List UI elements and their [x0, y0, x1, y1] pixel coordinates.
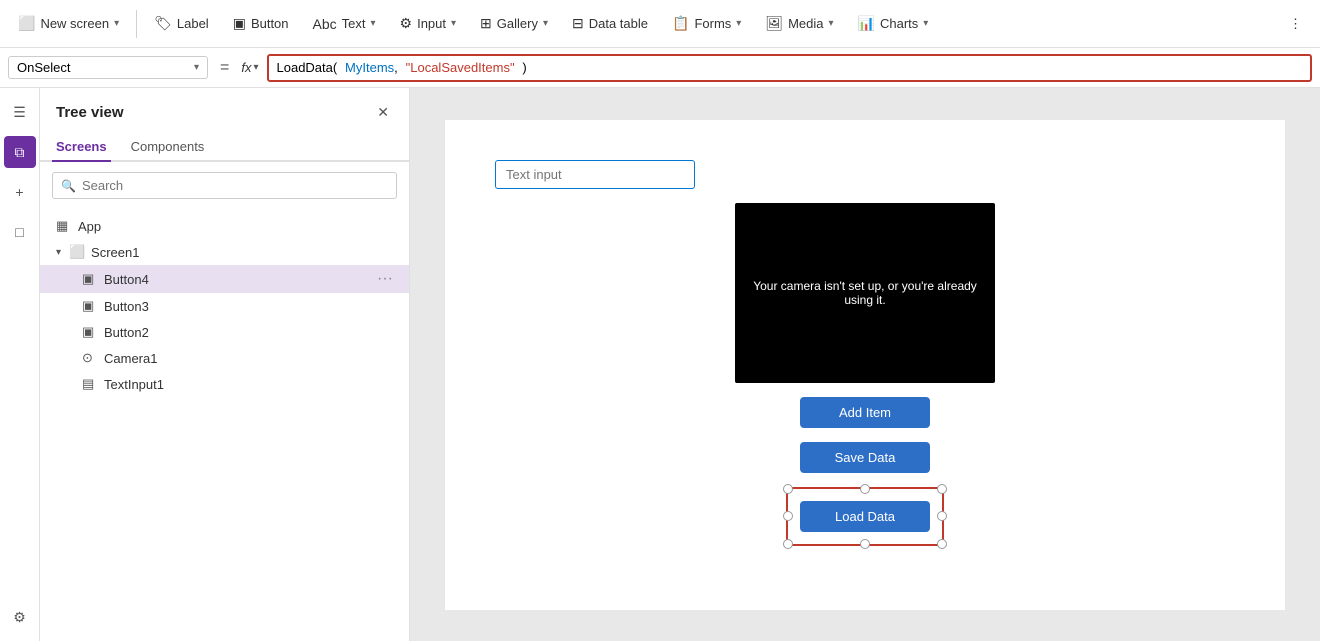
handle-bm[interactable] — [860, 539, 870, 549]
input-button[interactable]: ⚙ Input ▾ — [390, 11, 467, 36]
settings-icon[interactable]: ⚙ — [4, 601, 36, 633]
new-screen-button[interactable]: ⬜ New screen ▾ — [8, 11, 129, 36]
button-icon: ▣ — [82, 324, 98, 340]
tree-item-button2[interactable]: ▣ Button2 — [40, 319, 409, 345]
left-rail: ☰ ⧉ + □ ⚙ — [0, 88, 40, 641]
canvas-text-input[interactable] — [495, 160, 695, 189]
button-icon: ▣ — [82, 298, 98, 314]
media-icon: 🖼 — [765, 15, 783, 32]
forms-button[interactable]: 📋 Forms ▾ — [662, 11, 751, 36]
label-icon: 🏷 — [154, 15, 172, 32]
fx-label: fx — [241, 60, 251, 75]
search-input[interactable] — [82, 178, 388, 193]
handle-bl[interactable] — [783, 539, 793, 549]
handle-tm[interactable] — [860, 484, 870, 494]
tree-items: ▦ App ▾ ⬜ Screen1 ▣ Button4 ··· ▣ Button… — [40, 209, 409, 641]
equals-sign: = — [216, 59, 233, 77]
text-button[interactable]: Abc Text ▾ — [303, 12, 386, 36]
add-item-button[interactable]: Add Item — [800, 397, 930, 428]
tree-item-textinput1[interactable]: ▤ TextInput1 — [40, 371, 409, 397]
media-button[interactable]: 🖼 Media ▾ — [755, 11, 843, 36]
formula-bar: OnSelect ▾ = fx ▾ LoadData( MyItems, "Lo… — [0, 48, 1320, 88]
load-data-button[interactable]: Load Data — [800, 501, 930, 532]
tree-item-button4[interactable]: ▣ Button4 ··· — [40, 265, 409, 293]
formula-selector[interactable]: OnSelect ▾ — [8, 56, 208, 79]
close-icon[interactable]: ✕ — [373, 100, 393, 125]
app-icon: ▦ — [56, 218, 72, 234]
camera-icon: ⊙ — [82, 350, 98, 366]
search-icon: 🔍 — [61, 179, 76, 193]
canvas-area: Your camera isn't set up, or you're alre… — [410, 88, 1320, 641]
formula-chevron-icon: ▾ — [253, 62, 258, 73]
save-data-button[interactable]: Save Data — [800, 442, 930, 473]
camera-message: Your camera isn't set up, or you're alre… — [735, 269, 995, 317]
hamburger-icon[interactable]: ☰ — [4, 96, 36, 128]
more-options-icon[interactable]: ··· — [377, 270, 393, 288]
tab-screens[interactable]: Screens — [52, 133, 111, 162]
button-icon: ▣ — [233, 15, 246, 32]
input-icon: ⚙ — [400, 15, 413, 32]
charts-button[interactable]: 📊 Charts ▾ — [848, 11, 939, 36]
gallery-button[interactable]: ⊞ Gallery ▾ — [470, 11, 558, 36]
formula-input[interactable]: LoadData( MyItems, "LocalSavedItems" ) — [267, 54, 1313, 82]
tree-view-title: Tree view — [56, 104, 124, 121]
more-button[interactable]: ⋮ — [1279, 12, 1312, 36]
button-icon: ▣ — [82, 271, 98, 287]
plus-icon[interactable]: + — [4, 176, 36, 208]
screen-icon: ⬜ — [69, 244, 85, 260]
tree-header: Tree view ✕ — [40, 88, 409, 133]
handle-ml[interactable] — [783, 511, 793, 521]
screen-icon: ⬜ — [18, 15, 35, 32]
tree-panel: Tree view ✕ Screens Components 🔍 ▦ App ▾… — [40, 88, 410, 641]
tree-item-screen1[interactable]: ▾ ⬜ Screen1 — [40, 239, 409, 265]
label-button[interactable]: 🏷 Label — [144, 11, 219, 36]
load-data-button-container: Load Data — [786, 487, 944, 546]
text-icon: Abc — [313, 16, 337, 32]
tab-components[interactable]: Components — [127, 133, 209, 162]
toolbar: ⬜ New screen ▾ 🏷 Label ▣ Button Abc Text… — [0, 0, 1320, 48]
data-table-icon: ⊟ — [572, 15, 584, 32]
handle-br[interactable] — [937, 539, 947, 549]
charts-icon: 📊 — [858, 15, 875, 32]
fx-button[interactable]: fx ▾ — [241, 60, 258, 75]
forms-icon: 📋 — [672, 15, 689, 32]
button-button[interactable]: ▣ Button — [223, 11, 299, 36]
layers-icon[interactable]: ⧉ — [4, 136, 36, 168]
chevron-down-icon: ▾ — [56, 247, 61, 258]
tree-search-box: 🔍 — [52, 172, 397, 199]
main-layout: ☰ ⧉ + □ ⚙ Tree view ✕ Screens Components… — [0, 88, 1320, 641]
textinput-icon: ▤ — [82, 376, 98, 392]
chevron-down-icon: ▾ — [194, 62, 199, 73]
tree-tabs: Screens Components — [40, 133, 409, 162]
tree-item-button3[interactable]: ▣ Button3 — [40, 293, 409, 319]
more-icon: ⋮ — [1289, 16, 1302, 32]
handle-mr[interactable] — [937, 511, 947, 521]
gallery-icon: ⊞ — [480, 15, 492, 32]
tree-item-camera1[interactable]: ⊙ Camera1 — [40, 345, 409, 371]
divider-1 — [136, 10, 137, 38]
data-table-button[interactable]: ⊟ Data table — [562, 11, 658, 36]
square-icon[interactable]: □ — [4, 216, 36, 248]
handle-tl[interactable] — [783, 484, 793, 494]
formula-code-text: LoadData( MyItems, "LocalSavedItems" ) — [277, 60, 527, 76]
canvas-camera: Your camera isn't set up, or you're alre… — [735, 203, 995, 383]
tree-item-app[interactable]: ▦ App — [40, 213, 409, 239]
handle-tr[interactable] — [937, 484, 947, 494]
canvas-frame: Your camera isn't set up, or you're alre… — [445, 120, 1285, 610]
